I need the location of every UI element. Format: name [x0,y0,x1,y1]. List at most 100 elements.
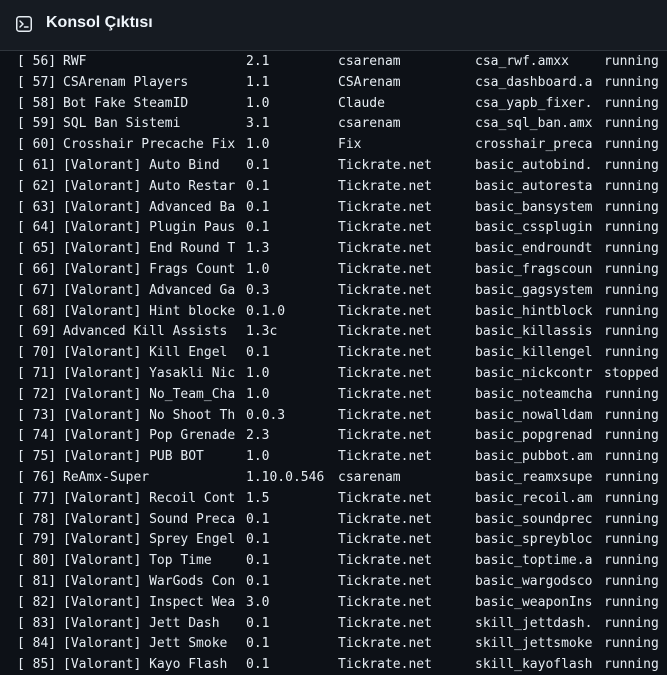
plugin-file: basic_pubbot.am [475,449,593,465]
console-title-bar: Konsol Çıktısı [0,0,667,51]
plugin-name: [Valorant] Plugin Paus [63,220,236,236]
console-line: [ 74] [Valorant] Pop Grenade 2.3 Tickrate.n… [0,426,667,447]
plugin-file: basic_recoil.am [475,490,593,506]
plugin-status: running [604,199,659,215]
console-line: [ 59] SQL Ban Sistemi 3.1 csarenam csa_sql_b… [0,114,667,135]
console-line: [ 85] [Valorant] Kayo Flash 0.1 Tickrate.ne… [0,655,667,675]
plugin-file: skill_jettdash. [475,615,593,631]
console-output[interactable]: [ 56] RWF 2.1 csarenam csa_rwf.amxx running[ … [0,51,667,675]
plugin-name: [Valorant] Frags Count [63,262,236,277]
row-index: [ 62] [17,178,57,194]
plugin-file: basic_toptime.a [475,553,593,569]
console-line: [ 58] Bot Fake SteamID 1.0 Claude csa_yapb_f… [0,94,667,115]
plugin-status: running [604,137,659,153]
plugin-name: [Valorant] Pop Grenade [63,428,236,444]
plugin-version: 1.0 [246,137,270,153]
plugin-file: basic_popgrenad [475,428,593,444]
row-index: [ 58] [17,95,57,111]
row-index: [ 67] [17,282,57,298]
plugin-version: 3.0 [246,594,270,610]
plugin-file: basic_bansystem [475,199,593,215]
console-line: [ 72] [Valorant] No_Team_Cha 1.0 Tickrate.n… [0,385,667,406]
plugin-version: 0.1.0 [246,303,286,319]
plugin-version: 0.1 [246,553,270,569]
plugin-status: running [604,428,659,444]
row-index: [ 76] [17,470,57,485]
plugin-file: basic_cssplugin [475,220,593,236]
plugin-version: 0.1 [246,158,270,173]
plugin-author: Tickrate.net [338,511,432,527]
plugin-status: running [604,574,659,589]
plugin-name: [Valorant] Top Time [63,553,212,569]
plugin-file: basic_gagsystem [475,282,593,298]
plugin-file: csa_sql_ban.amx [475,116,593,132]
plugin-name: ReAmx-Super [63,470,150,485]
plugin-name: [Valorant] Inspect Wea [63,594,236,610]
plugin-author: Tickrate.net [338,594,432,610]
plugin-status: running [604,74,659,90]
plugin-version: 1.3 [246,241,270,257]
row-index: [ 73] [17,407,57,423]
row-index: [ 59] [17,116,57,132]
plugin-version: 1.10.0.546 [246,470,325,485]
plugin-version: 1.5 [246,490,270,506]
row-index: [ 68] [17,303,57,319]
row-index: [ 78] [17,511,57,527]
console-line: [ 81] [Valorant] WarGods Con 0.1 Tickrate.n… [0,572,667,593]
row-index: [ 82] [17,594,57,610]
plugin-name: Advanced Kill Assists [63,324,228,340]
plugin-status: running [604,553,659,569]
plugin-author: Tickrate.net [338,345,432,361]
plugin-name: [Valorant] Kill Engel [63,345,228,361]
plugin-name: [Valorant] Sprey Engel [63,532,236,548]
row-index: [ 61] [17,158,57,173]
plugin-author: Tickrate.net [338,532,432,548]
console-line: [ 71] [Valorant] Yasakli Nic 1.0 Tickrate.n… [0,364,667,385]
page-title: Konsol Çıktısı [46,14,153,31]
plugin-author: Tickrate.net [338,282,432,298]
plugin-name: [Valorant] Auto Restar [63,178,236,194]
plugin-status: running [604,511,659,527]
plugin-name: [Valorant] Advanced Ba [63,199,236,215]
plugin-version: 1.0 [246,449,270,465]
plugin-version: 0.1 [246,220,270,236]
console-line: [ 79] [Valorant] Sprey Engel 0.1 Tickrate.n… [0,530,667,551]
plugin-version: 1.0 [246,262,270,277]
plugin-status: running [604,407,659,423]
plugin-name: [Valorant] No Shoot Th [63,407,236,423]
plugin-name: CSArenam Players [63,74,189,90]
console-line: [ 83] [Valorant] Jett Dash 0.1 Tickrate.net… [0,614,667,635]
plugin-status: running [604,303,659,319]
plugin-version: 0.1 [246,345,270,361]
plugin-file: crosshair_preca [475,137,593,153]
row-index: [ 77] [17,490,57,506]
plugin-status: running [604,636,659,652]
plugin-file: basic_autobind. [475,158,593,173]
plugin-status: running [604,449,659,465]
row-index: [ 79] [17,532,57,548]
console-line: [ 61] [Valorant] Auto Bind 0.1 Tickrate.net… [0,156,667,177]
plugin-name: [Valorant] No_Team_Cha [63,386,236,402]
plugin-status: running [604,345,659,361]
console-line: [ 63] [Valorant] Advanced Ba 0.1 Tickrate.n… [0,198,667,219]
plugin-file: basic_noteamcha [475,386,593,402]
row-index: [ 56] [17,54,57,69]
plugin-author: Tickrate.net [338,158,432,173]
console-line: [ 84] [Valorant] Jett Smoke 0.1 Tickrate.ne… [0,634,667,655]
row-index: [ 66] [17,262,57,277]
plugin-status: running [604,178,659,194]
plugin-version: 0.1 [246,532,270,548]
plugin-file: basic_autoresta [475,178,593,194]
plugin-version: 1.0 [246,95,270,111]
plugin-name: RWF [63,54,87,69]
plugin-status: running [604,241,659,257]
plugin-author: CSArenam [338,74,401,90]
plugin-file: basic_wargodsco [475,574,593,589]
plugin-file: basic_killassis [475,324,593,340]
plugin-file: basic_hintblock [475,303,593,319]
row-index: [ 81] [17,574,57,589]
row-index: [ 83] [17,615,57,631]
row-index: [ 85] [17,657,57,673]
plugin-name: [Valorant] Hint blocke [63,303,236,319]
plugin-status: running [604,615,659,631]
